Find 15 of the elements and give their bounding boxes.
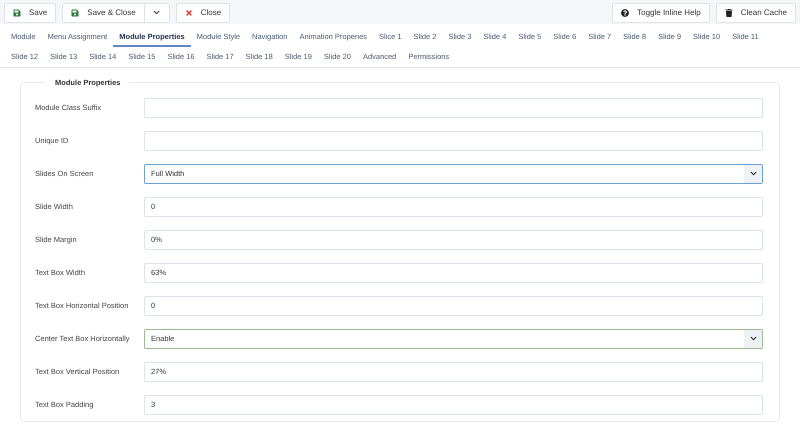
caret-icon	[153, 9, 160, 16]
trash-icon	[724, 8, 733, 16]
save-icon	[13, 8, 21, 16]
toolbar-button[interactable]: Close	[176, 2, 230, 22]
caret-icon	[750, 170, 756, 177]
close-icon	[184, 8, 193, 16]
input-field[interactable]	[144, 98, 763, 118]
toolbar-button[interactable]: Clean Cache	[716, 2, 796, 22]
input-field[interactable]	[144, 130, 763, 150]
toolbar-button[interactable]: Save	[4, 2, 56, 22]
caret-icon	[750, 335, 756, 342]
save-icon	[71, 8, 80, 16]
help-icon	[621, 8, 630, 16]
save-close-button[interactable]: Save & Close	[63, 4, 145, 22]
toolbar-button[interactable]: Toggle Inline Help	[612, 2, 710, 22]
